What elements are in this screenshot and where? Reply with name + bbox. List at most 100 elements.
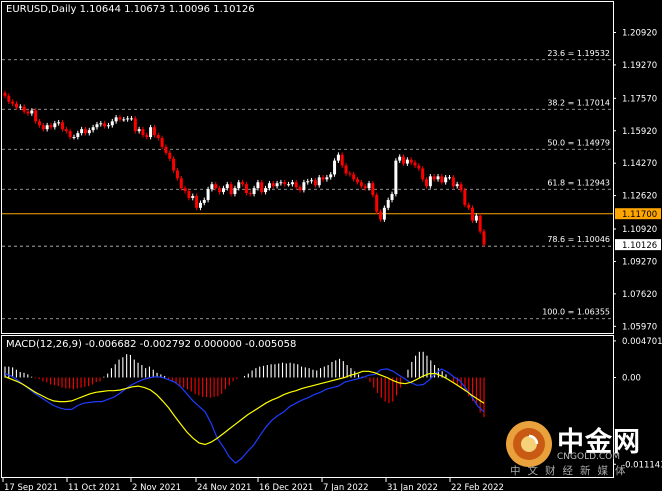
candle-body (379, 211, 383, 220)
candle-body (156, 135, 160, 139)
candle-body (218, 188, 222, 193)
candle-body (114, 117, 118, 122)
candle-body (333, 160, 337, 175)
candle-body (106, 125, 110, 127)
candle-body (367, 183, 371, 189)
macd-header: MACD(12,26,9) -0.006682 -0.002792 0.0000… (6, 339, 297, 350)
fib-level-label: 78.6 = 1.10046 (547, 235, 610, 244)
fib-level-label: 50.0 = 1.14979 (547, 138, 610, 147)
candle-body (474, 215, 478, 221)
candle-body (463, 190, 467, 205)
price-tick-label: 1.10920 (622, 225, 657, 235)
candle-body (237, 182, 241, 189)
fib-level-label: 61.8 = 1.12943 (547, 178, 610, 187)
candle-body (49, 125, 53, 128)
candle-body (160, 138, 164, 147)
time-tick-label: 2 Nov 2021 (132, 483, 181, 491)
time-tick-label: 11 Oct 2021 (68, 483, 121, 491)
candle-body (60, 122, 64, 130)
candle-body (45, 125, 49, 130)
time-tick-label: 7 Jan 2022 (323, 483, 369, 491)
candle-body (72, 137, 76, 139)
candle-body (271, 183, 275, 187)
candle-body (7, 95, 11, 102)
candle-body (306, 181, 310, 183)
candle-body (164, 146, 168, 153)
candle-body (91, 127, 95, 131)
candle-body (287, 184, 291, 186)
candle-body (221, 188, 225, 193)
candle-body (76, 133, 80, 138)
candle-body (325, 177, 329, 180)
candle-body (348, 173, 352, 175)
candle-body (294, 182, 298, 188)
candle-body (18, 106, 22, 108)
candle-body (290, 182, 294, 185)
fib-level-label: 23.6 = 1.19532 (547, 49, 610, 58)
candle-body (352, 174, 356, 180)
candle-body (118, 117, 122, 120)
candle-body (83, 129, 87, 134)
candle-body (210, 184, 214, 190)
candle-body (145, 135, 149, 138)
candle-body (405, 159, 409, 164)
candle-body (436, 176, 440, 180)
time-tick-label: 31 Jan 2022 (387, 483, 438, 491)
candle-body (428, 176, 432, 187)
candle-body (375, 195, 379, 212)
candle-body (168, 152, 172, 159)
symbol-name: EURUSD,Daily (6, 4, 77, 15)
candle-body (191, 196, 195, 198)
candle-body (41, 125, 45, 130)
time-tick-label: 22 Feb 2022 (451, 483, 504, 491)
candle-body (402, 156, 406, 164)
candle-body (14, 103, 18, 108)
price-tick-label: 1.07620 (622, 290, 657, 300)
candle-body (382, 207, 386, 220)
candle-body (264, 188, 268, 193)
candle-body (455, 184, 459, 187)
candle-body (53, 123, 57, 128)
candle-body (233, 188, 237, 195)
candle-body (133, 118, 137, 132)
candle-body (206, 189, 210, 200)
candle-body (313, 180, 317, 186)
candle-body (394, 160, 398, 195)
price-tick-label: 1.14270 (622, 159, 657, 169)
price-tick-label: 1.05970 (622, 322, 657, 332)
price-tick-label: 1.09270 (622, 257, 657, 267)
candle-body (344, 165, 348, 174)
macd-tick-label: 0.004701 (622, 337, 662, 347)
watermark-url: CNGOLD.COM (557, 452, 621, 462)
candle-body (482, 231, 486, 245)
candle-body (279, 182, 283, 184)
macd-tick-label: 0.00 (622, 374, 641, 384)
candle-body (448, 177, 452, 179)
candle-body (302, 182, 306, 191)
candle-body (459, 184, 463, 191)
candle-body (252, 188, 256, 195)
candle-body (175, 170, 179, 179)
candle-body (229, 184, 233, 195)
time-tick-label: 17 Sep 2021 (4, 483, 58, 491)
candle-body (37, 121, 41, 126)
price-tick-label: 1.19270 (622, 61, 657, 71)
candle-body (417, 165, 421, 169)
fib-level-label: 100.0 = 1.06355 (542, 308, 610, 317)
candle-body (214, 184, 218, 189)
candle-body (390, 194, 394, 200)
candle-body (317, 177, 321, 186)
candle-body (275, 183, 279, 187)
candle-body (103, 123, 107, 127)
candle-body (172, 158, 176, 171)
candle-body (386, 199, 390, 208)
candle-body (267, 183, 271, 189)
candle-body (110, 121, 114, 126)
candle-body (444, 177, 448, 183)
candle-body (149, 127, 153, 138)
time-tick-label: 24 Nov 2021 (197, 483, 251, 491)
candle-body (329, 174, 333, 178)
price-tick-label: 1.12620 (622, 192, 657, 202)
watermark: 中金网 CNGOLD.COM 中文财经新媒体 (503, 418, 659, 484)
current-price-label: 1.10126 (622, 241, 657, 251)
